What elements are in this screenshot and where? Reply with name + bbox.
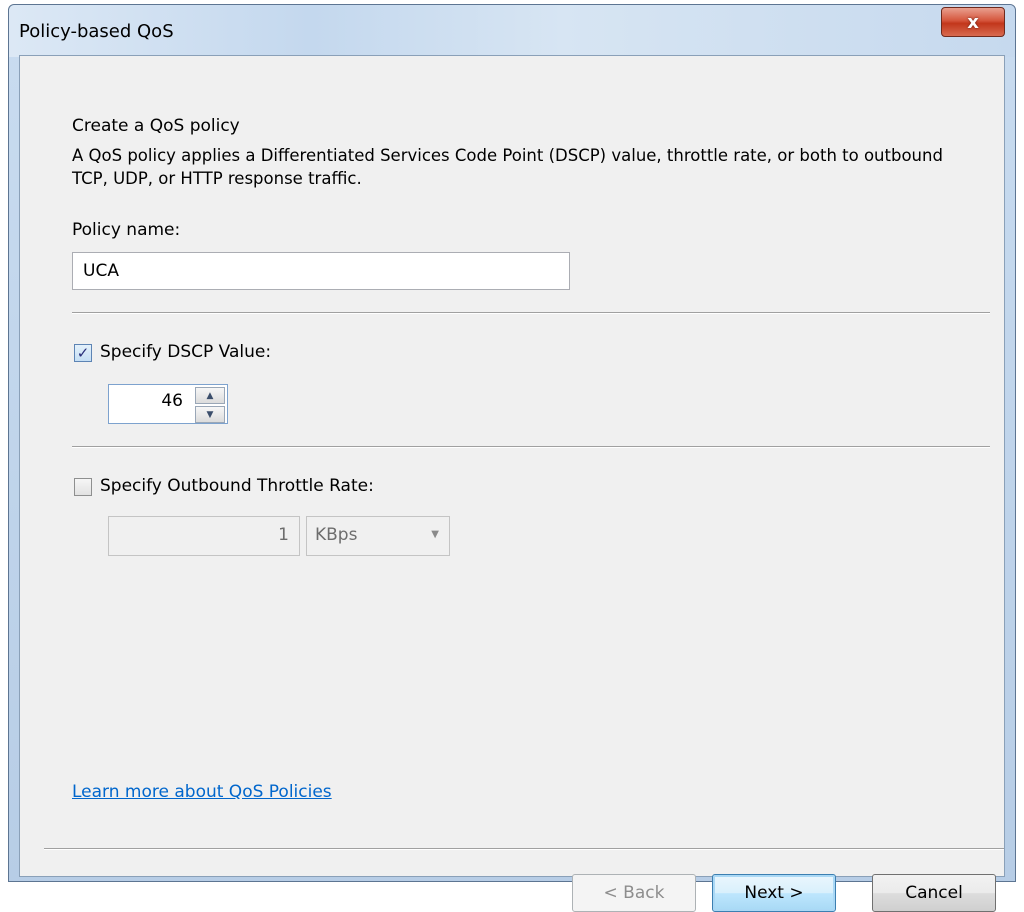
arrow-up-icon: ▲: [206, 390, 214, 401]
dialog-window: Policy-based QoS x Create a QoS policy A…: [8, 4, 1016, 912]
throttle-rate-input[interactable]: 1: [108, 516, 300, 556]
title-bar[interactable]: Policy-based QoS x: [9, 5, 1015, 57]
page-heading: Create a QoS policy: [72, 116, 240, 136]
throttle-rate-value: 1: [278, 525, 289, 545]
check-icon: ✓: [76, 343, 90, 362]
footer-separator: [44, 848, 1004, 850]
window-title: Policy-based QoS: [19, 21, 174, 42]
cancel-button[interactable]: Cancel: [872, 874, 996, 912]
throttle-label: Specify Outbound Throttle Rate:: [100, 476, 374, 496]
stepper-buttons: ▲ ▼: [195, 387, 225, 423]
throttle-unit-select[interactable]: KBps ▼: [306, 516, 450, 556]
throttle-checkbox[interactable]: [74, 478, 92, 496]
separator: [72, 312, 990, 314]
policy-name-label: Policy name:: [72, 220, 181, 240]
dscp-label: Specify DSCP Value:: [100, 342, 272, 362]
dscp-checkbox[interactable]: ✓: [74, 344, 92, 362]
dscp-value-stepper[interactable]: 46 ▲ ▼: [108, 384, 228, 424]
close-button[interactable]: x: [941, 7, 1005, 37]
stepper-down-button[interactable]: ▼: [195, 406, 225, 423]
policy-name-input[interactable]: UCA: [72, 252, 570, 290]
throttle-unit-value: KBps: [315, 525, 358, 545]
arrow-down-icon: ▼: [206, 409, 214, 420]
learn-more-link[interactable]: Learn more about QoS Policies: [72, 782, 332, 802]
stepper-up-button[interactable]: ▲: [195, 387, 225, 404]
chevron-down-icon: ▼: [431, 529, 439, 540]
policy-name-value: UCA: [83, 261, 119, 281]
next-button[interactable]: Next >: [712, 874, 836, 912]
back-button[interactable]: < Back: [572, 874, 696, 912]
separator: [72, 446, 990, 448]
dialog-client-area: Create a QoS policy A QoS policy applies…: [19, 55, 1005, 912]
page-description: A QoS policy applies a Differentiated Se…: [72, 146, 943, 188]
close-icon: x: [967, 11, 979, 33]
dscp-value: 46: [161, 391, 183, 411]
